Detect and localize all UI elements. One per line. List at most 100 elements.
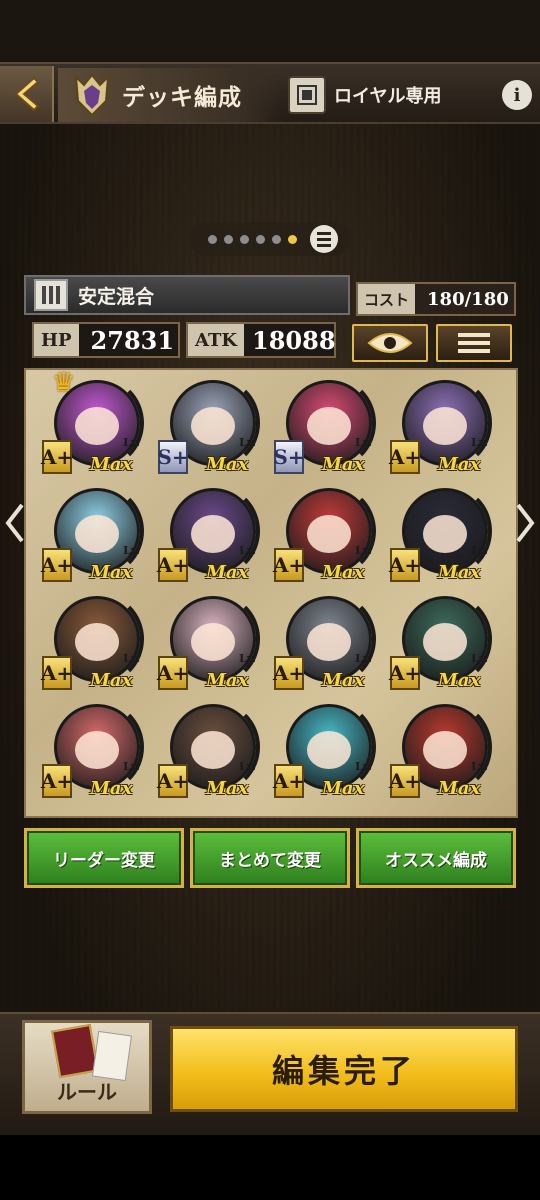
pager-dot[interactable] bbox=[256, 234, 265, 244]
unit-card[interactable]: A+ Lv. Max bbox=[268, 698, 390, 810]
unit-card[interactable]: A+ Lv. Max bbox=[384, 698, 506, 810]
level-max-label: Max bbox=[206, 562, 249, 583]
back-button[interactable] bbox=[0, 66, 54, 122]
unit-card[interactable]: A+ Lv. Max bbox=[268, 590, 390, 702]
rule-label: ルール bbox=[57, 1080, 117, 1104]
list-icon[interactable] bbox=[310, 225, 338, 253]
header-bar: デッキ編成 ロイヤル専用 i bbox=[0, 62, 540, 124]
level-max-label: Max bbox=[90, 454, 133, 475]
rule-button[interactable]: ルール bbox=[22, 1020, 152, 1114]
pager-dot-active[interactable] bbox=[288, 234, 297, 244]
rarity-badge: A+ bbox=[41, 656, 73, 690]
title-plate: デッキ編成 bbox=[58, 68, 283, 122]
unit-card[interactable]: A+ Lv. Max bbox=[384, 482, 506, 594]
rarity-badge: A+ bbox=[157, 656, 189, 690]
level-label: Lv. bbox=[239, 760, 256, 773]
rarity-badge: A+ bbox=[41, 548, 73, 582]
chevron-right-icon bbox=[516, 503, 535, 543]
rarity-badge: A+ bbox=[389, 656, 421, 690]
rarity-badge: A+ bbox=[41, 764, 73, 798]
format-icon bbox=[288, 76, 326, 114]
recommended-build-button[interactable]: オススメ編成 bbox=[356, 828, 516, 888]
level-max-label: Max bbox=[90, 670, 133, 691]
level-label: Lv. bbox=[123, 652, 140, 665]
deck-name-bar[interactable]: 安定混合 bbox=[24, 275, 350, 315]
rule-book-icon bbox=[51, 1023, 99, 1079]
view-button[interactable] bbox=[352, 324, 428, 362]
atk-value: 18088 bbox=[252, 325, 336, 355]
eye-icon bbox=[367, 333, 413, 353]
level-label: Lv. bbox=[123, 544, 140, 557]
deck-board: ♛ A+ Lv. Max S+ Lv. Max S+ Lv. Max A+ Lv. Max A+ Lv. Ma… bbox=[24, 368, 518, 818]
level-max-label: Max bbox=[438, 670, 481, 691]
level-label: Lv. bbox=[239, 544, 256, 557]
unit-card[interactable]: A+ Lv. Max bbox=[152, 590, 274, 702]
info-button[interactable]: i bbox=[502, 80, 532, 110]
next-page-button[interactable] bbox=[512, 498, 538, 548]
cost-label: コスト bbox=[358, 284, 416, 314]
level-label: Lv. bbox=[471, 436, 488, 449]
unit-card[interactable]: S+ Lv. Max bbox=[152, 374, 274, 486]
cost-display: コスト 180/180 bbox=[356, 282, 516, 316]
chevron-left-icon bbox=[5, 503, 24, 543]
level-max-label: Max bbox=[322, 562, 365, 583]
menu-button[interactable] bbox=[436, 324, 512, 362]
level-max-label: Max bbox=[438, 778, 481, 799]
level-label: Lv. bbox=[239, 436, 256, 449]
pager-dot[interactable] bbox=[224, 234, 233, 244]
deck-pager bbox=[190, 222, 350, 256]
rarity-badge: A+ bbox=[157, 764, 189, 798]
level-max-label: Max bbox=[90, 562, 133, 583]
unit-card[interactable]: A+ Lv. Max bbox=[36, 698, 158, 810]
rarity-badge: S+ bbox=[157, 440, 189, 474]
leader-change-button[interactable]: リーダー変更 bbox=[24, 828, 184, 888]
top-band bbox=[0, 0, 540, 62]
level-label: Lv. bbox=[471, 544, 488, 557]
unit-card[interactable]: ♛ A+ Lv. Max bbox=[36, 368, 158, 486]
hp-label: HP bbox=[34, 324, 79, 356]
rarity-badge: A+ bbox=[41, 440, 73, 474]
level-max-label: Max bbox=[322, 778, 365, 799]
atk-display: ATK 18088 bbox=[186, 322, 336, 358]
atk-label: ATK bbox=[188, 324, 245, 356]
info-icon: i bbox=[513, 84, 521, 106]
finish-edit-button[interactable]: 編集完了 bbox=[170, 1026, 518, 1112]
level-max-label: Max bbox=[206, 670, 249, 691]
format-indicator: ロイヤル専用 bbox=[288, 73, 484, 117]
unit-card[interactable]: A+ Lv. Max bbox=[268, 482, 390, 594]
rarity-badge: A+ bbox=[389, 440, 421, 474]
rule-card-icon bbox=[91, 1030, 133, 1082]
level-label: Lv. bbox=[355, 652, 372, 665]
unit-card[interactable]: A+ Lv. Max bbox=[36, 482, 158, 594]
rarity-badge: A+ bbox=[389, 764, 421, 798]
pager-dot[interactable] bbox=[208, 234, 217, 244]
unit-card[interactable]: A+ Lv. Max bbox=[152, 482, 274, 594]
unit-card[interactable]: A+ Lv. Max bbox=[384, 590, 506, 702]
bulk-change-button[interactable]: まとめて変更 bbox=[190, 828, 350, 888]
prev-page-button[interactable] bbox=[2, 498, 28, 548]
cost-value: 180/180 bbox=[427, 288, 509, 310]
deck-edit-screen: デッキ編成 ロイヤル専用 i 安定混合 コスト 180/180 HP 27831… bbox=[0, 0, 540, 1135]
level-label: Lv. bbox=[355, 436, 372, 449]
level-label: Lv. bbox=[355, 544, 372, 557]
system-nav-area bbox=[0, 1135, 540, 1200]
pager-dot[interactable] bbox=[272, 234, 281, 244]
leader-crown-icon: ♛ bbox=[52, 368, 76, 398]
unit-card[interactable]: S+ Lv. Max bbox=[268, 374, 390, 486]
leader-change-label: リーダー変更 bbox=[53, 850, 155, 871]
unit-card[interactable]: A+ Lv. Max bbox=[152, 698, 274, 810]
level-max-label: Max bbox=[438, 454, 481, 475]
hp-display: HP 27831 bbox=[32, 322, 180, 358]
rarity-badge: A+ bbox=[157, 548, 189, 582]
chevron-left-icon bbox=[14, 76, 40, 112]
menu-icon bbox=[458, 333, 490, 353]
rarity-badge: A+ bbox=[273, 764, 305, 798]
level-max-label: Max bbox=[206, 778, 249, 799]
royal-class-icon bbox=[34, 279, 68, 311]
unit-card[interactable]: A+ Lv. Max bbox=[384, 374, 506, 486]
unit-card[interactable]: A+ Lv. Max bbox=[36, 590, 158, 702]
pager-dot[interactable] bbox=[240, 234, 249, 244]
level-label: Lv. bbox=[239, 652, 256, 665]
rarity-badge: A+ bbox=[389, 548, 421, 582]
level-max-label: Max bbox=[322, 670, 365, 691]
